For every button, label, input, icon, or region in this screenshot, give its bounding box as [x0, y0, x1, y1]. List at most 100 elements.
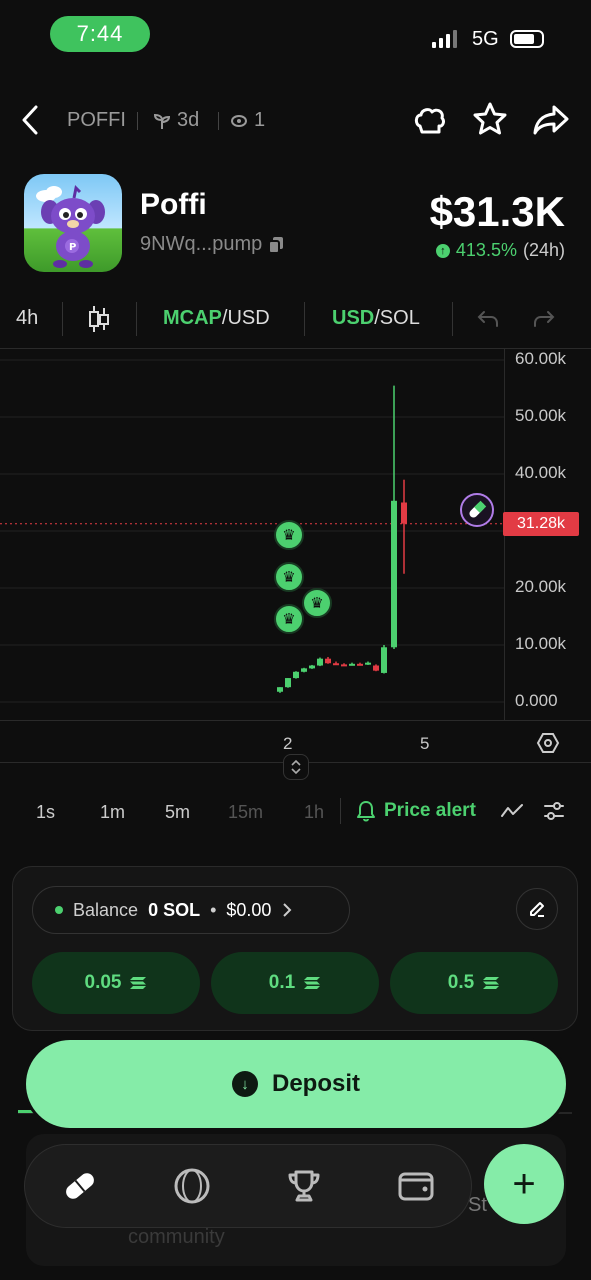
svg-text:P: P: [69, 242, 76, 253]
status-dot: [55, 906, 63, 914]
candlestick-chart: [0, 359, 504, 703]
chevron-left-icon: [22, 105, 38, 135]
candle-body: [401, 502, 407, 524]
create-button[interactable]: +: [484, 1144, 564, 1224]
chevron-right-icon: [283, 903, 292, 917]
interval-select[interactable]: 4h: [16, 307, 38, 330]
balance-pill[interactable]: Balance 0 SOL • $0.00: [32, 886, 350, 934]
amount-button-0.05[interactable]: 0.05: [32, 952, 200, 1014]
chart-settings-button[interactable]: [536, 731, 560, 755]
y-tick-label: 10.00k: [515, 634, 567, 653]
redo-button[interactable]: [532, 308, 556, 330]
edit-amounts-button[interactable]: [516, 888, 558, 930]
nav-explore-tab[interactable]: [172, 1166, 212, 1206]
candlestick-toggle[interactable]: [88, 304, 110, 334]
candle-body: [381, 647, 387, 673]
y-tick-label: 0.000: [515, 691, 558, 710]
timeframe-15m[interactable]: 15m: [228, 802, 263, 823]
candle-body: [365, 662, 371, 665]
age-badge: 3d: [153, 109, 199, 132]
bell-icon: [357, 801, 375, 822]
divider: [137, 112, 138, 130]
candle-body: [341, 664, 347, 667]
candle-body: [373, 665, 379, 671]
poffi-mascot-icon: P: [36, 184, 105, 268]
usd-sol-toggle[interactable]: USD/SOL: [332, 307, 420, 330]
age-label: 3d: [177, 109, 200, 131]
token-symbol: POFFI: [67, 109, 126, 131]
network-label: 5G: [472, 28, 499, 50]
chef-hat-button[interactable]: [412, 102, 448, 138]
dev-marker-icon[interactable]: ♛: [274, 520, 304, 550]
sprout-icon: [153, 113, 171, 129]
x-tick-label: 5: [420, 734, 430, 753]
edit-icon: [530, 902, 544, 917]
nav-pill-tab[interactable]: [60, 1166, 100, 1206]
chevron-up-down-icon: [291, 759, 301, 775]
candle-body: [333, 663, 339, 666]
watchers-badge: 1: [230, 109, 265, 132]
divider: [304, 302, 305, 336]
back-button[interactable]: [18, 104, 44, 136]
chart-filters-button[interactable]: [542, 800, 566, 822]
candle-body: [391, 500, 397, 648]
amount-label: 0.05: [84, 972, 122, 993]
timeframe-1s[interactable]: 1s: [36, 802, 55, 823]
status-time: 7:44: [50, 16, 150, 52]
y-tick-label: 50.00k: [515, 406, 567, 425]
star-icon: [473, 102, 507, 135]
ring-icon: [174, 1168, 210, 1204]
divider: [62, 302, 63, 336]
candle-body: [325, 658, 331, 664]
x-tick-label: 2: [283, 734, 293, 753]
dev-marker-icon[interactable]: ♛: [302, 588, 332, 618]
nav-wallet-tab[interactable]: [396, 1166, 436, 1206]
pill-marker[interactable]: [460, 493, 494, 527]
dev-marker-icon[interactable]: ♛: [274, 562, 304, 592]
token-address-text: 9NWq...pump: [140, 233, 263, 255]
battery-icon: [510, 30, 544, 48]
candle-body: [277, 687, 283, 692]
share-button[interactable]: [532, 102, 570, 138]
chart-resize-handle[interactable]: [283, 754, 309, 780]
price-alert-button[interactable]: Price alert: [356, 800, 476, 822]
candle-body: [293, 671, 299, 679]
mcap-usd-toggle[interactable]: MCAP/USD: [163, 307, 270, 330]
balance-label: Balance: [73, 899, 139, 920]
current-price-tag: 31.28k: [503, 512, 579, 536]
candlestick-icon: [89, 306, 109, 332]
plus-icon: +: [512, 1161, 536, 1206]
solana-icon: [130, 977, 147, 989]
chart-axis-border: [0, 720, 591, 721]
candle-body: [357, 663, 363, 666]
timeframe-1h[interactable]: 1h: [304, 802, 324, 823]
redo-icon: [534, 311, 555, 327]
favorite-button[interactable]: [472, 101, 508, 137]
amount-button-0.1[interactable]: 0.1: [211, 952, 379, 1014]
signal-icon: [432, 30, 457, 48]
sliders-icon: [544, 802, 564, 820]
copy-icon: [268, 236, 284, 254]
mcap-unit: /USD: [221, 307, 270, 329]
candle-body: [309, 665, 315, 669]
line-chart-toggle[interactable]: [500, 800, 524, 822]
divider: [136, 302, 137, 336]
deposit-label: Deposit: [271, 1070, 360, 1097]
solana-icon: [483, 977, 500, 989]
divider: [218, 112, 219, 130]
nav-leaderboard-tab[interactable]: [284, 1166, 324, 1206]
deposit-button[interactable]: ↓ Deposit: [26, 1040, 566, 1128]
amount-button-0.5[interactable]: 0.5: [390, 952, 558, 1014]
dev-marker-icon[interactable]: ♛: [274, 604, 304, 634]
timeframe-1m[interactable]: 1m: [100, 802, 125, 823]
price-alert-label: Price alert: [384, 800, 476, 821]
undo-button[interactable]: [476, 308, 500, 330]
price-change-pct: 413.5%: [455, 240, 517, 260]
price-chart[interactable]: [0, 348, 591, 763]
y-tick-label: 60.00k: [515, 349, 567, 368]
timeframe-5m[interactable]: 5m: [165, 802, 190, 823]
solana-icon: [304, 977, 321, 989]
token-address[interactable]: 9NWq...pump: [140, 233, 284, 256]
hexagon-settings-icon: [536, 733, 560, 753]
y-tick-label: 20.00k: [515, 577, 567, 596]
